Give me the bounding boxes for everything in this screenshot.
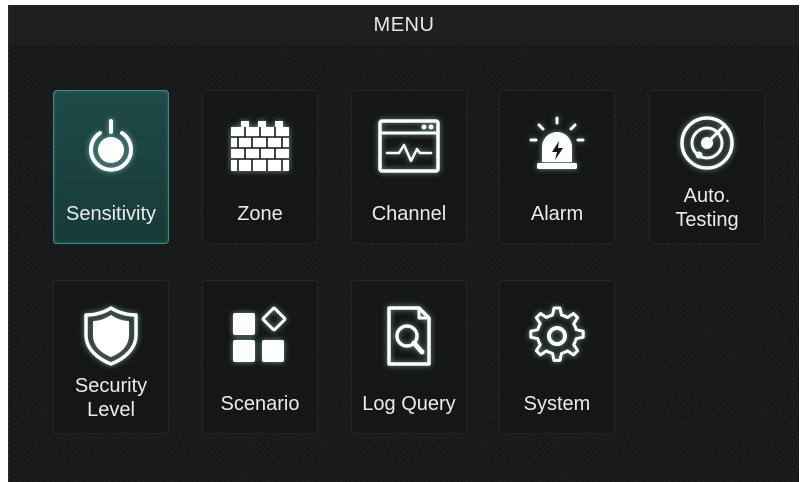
menu-tile-system[interactable]: System	[499, 280, 615, 434]
tile-label: Channel	[371, 203, 447, 225]
tile-label: Scenario	[220, 393, 300, 415]
shield-icon	[79, 305, 143, 367]
tile-label-line: Level	[87, 399, 135, 421]
tile-label: Security Level	[54, 374, 168, 422]
title-bar: MENU	[9, 5, 799, 47]
radar-icon	[675, 115, 739, 177]
page-title: MENU	[373, 14, 435, 36]
tile-label: System	[523, 393, 591, 415]
tile-label: Zone	[237, 203, 283, 225]
brick-wall-icon	[228, 115, 292, 177]
menu-tile-zone[interactable]: Zone	[202, 90, 318, 244]
menu-screen: MENU Sensitivity Zone Channel Alarm Auto…	[8, 5, 799, 482]
document-search-icon	[377, 305, 441, 367]
tile-label-line: Testing	[675, 209, 739, 231]
tile-label: Alarm	[530, 203, 584, 225]
menu-tile-log-query[interactable]: Log Query	[351, 280, 467, 434]
tiles-icon	[228, 305, 292, 367]
gear-icon	[525, 305, 589, 367]
tile-label: Auto. Testing	[650, 184, 764, 232]
menu-tile-channel[interactable]: Channel	[351, 90, 467, 244]
menu-tile-security-level[interactable]: Security Level	[53, 280, 169, 434]
menu-tile-scenario[interactable]: Scenario	[202, 280, 318, 434]
tile-label: Sensitivity	[65, 203, 157, 225]
menu-tile-auto-testing[interactable]: Auto. Testing	[649, 90, 765, 244]
menu-tile-sensitivity[interactable]: Sensitivity	[53, 90, 169, 244]
tile-label-line: Security	[74, 375, 148, 397]
signal-window-icon	[377, 115, 441, 177]
menu-tile-alarm[interactable]: Alarm	[499, 90, 615, 244]
siren-icon	[525, 115, 589, 177]
power-knob-icon	[79, 115, 143, 177]
tile-label-line: Auto.	[683, 185, 731, 207]
tile-label: Log Query	[362, 393, 456, 415]
